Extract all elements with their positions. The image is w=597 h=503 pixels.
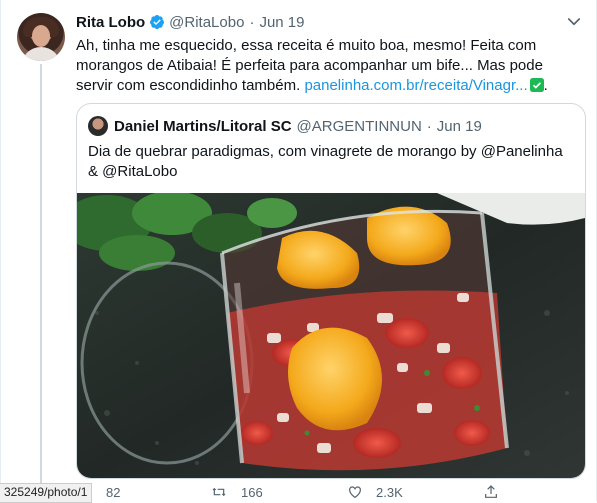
quote-separator: · bbox=[426, 117, 432, 135]
header-separator: · bbox=[249, 13, 255, 31]
share-button[interactable] bbox=[482, 484, 512, 500]
reply-count: 82 bbox=[106, 484, 121, 500]
like-count: 2.3K bbox=[376, 484, 403, 500]
tweet-body: Ah, tinha me esquecido, essa receita é m… bbox=[76, 36, 582, 96]
retweet-count: 166 bbox=[241, 484, 263, 500]
quote-date[interactable]: Jun 19 bbox=[437, 118, 482, 135]
share-icon bbox=[485, 485, 497, 498]
status-url-tooltip: 325249/photo/1 bbox=[0, 483, 93, 503]
dessert-glass bbox=[220, 206, 509, 471]
chevron-down-icon[interactable] bbox=[565, 13, 583, 31]
tweet-trailing: . bbox=[543, 77, 548, 94]
tweet-header: Rita Lobo @RitaLobo · Jun 19 bbox=[76, 11, 304, 33]
retweet-button[interactable]: 166 bbox=[209, 484, 263, 500]
verified-badge-icon bbox=[150, 15, 165, 30]
tweet-link[interactable]: panelinha.com.br/receita/Vinagr... bbox=[304, 77, 527, 94]
quote-author-avatar bbox=[88, 116, 108, 136]
heart-icon bbox=[349, 486, 361, 499]
check-mark-icon bbox=[529, 78, 544, 92]
retweet-icon bbox=[212, 487, 226, 497]
author-name[interactable]: Rita Lobo bbox=[76, 14, 145, 31]
author-avatar[interactable] bbox=[17, 13, 65, 61]
author-handle[interactable]: @RitaLobo bbox=[169, 14, 244, 31]
quote-photo[interactable] bbox=[77, 193, 585, 478]
quote-text: Dia de quebrar paradigmas, com vinagrete… bbox=[88, 143, 563, 180]
quote-header: Daniel Martins/Litoral SC @ARGENTINNUN ·… bbox=[88, 115, 482, 137]
quoted-tweet[interactable]: Daniel Martins/Litoral SC @ARGENTINNUN ·… bbox=[76, 103, 586, 479]
like-button[interactable]: 2.3K bbox=[346, 484, 403, 500]
quote-author-handle[interactable]: @ARGENTINNUN bbox=[297, 118, 422, 135]
thread-line bbox=[40, 64, 42, 500]
tweet-date[interactable]: Jun 19 bbox=[259, 14, 304, 31]
quote-author-name[interactable]: Daniel Martins/Litoral SC bbox=[114, 118, 292, 135]
